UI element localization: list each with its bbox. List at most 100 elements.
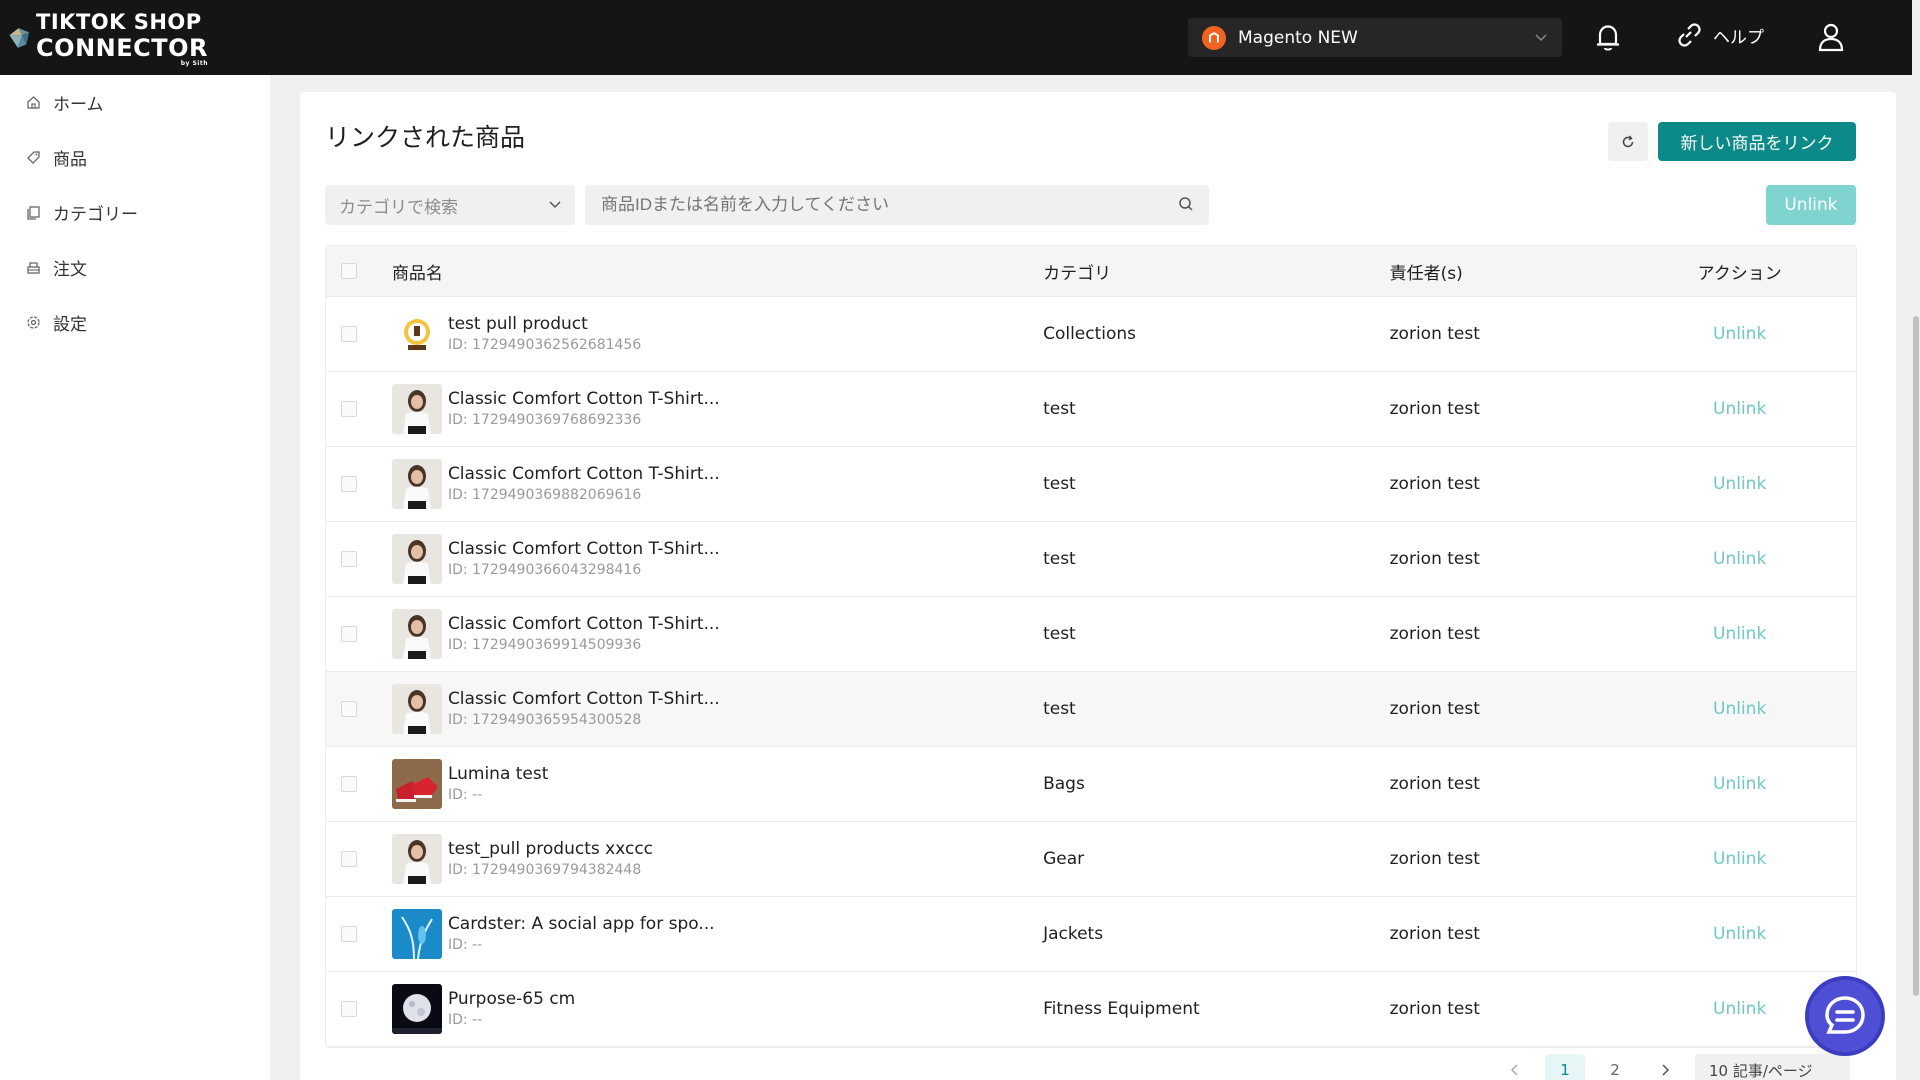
table-row[interactable]: Classic Comfort Cotton T-Shirt... ID: 17… xyxy=(326,522,1856,597)
bulk-unlink-button[interactable]: Unlink xyxy=(1766,185,1856,225)
product-owner: zorion test xyxy=(1389,849,1480,869)
product-name[interactable]: Classic Comfort Cotton T-Shirt... xyxy=(448,538,720,560)
next-page-button[interactable] xyxy=(1645,1054,1685,1080)
product-cell: Lumina test ID: -- xyxy=(391,759,1043,809)
product-owner: zorion test xyxy=(1389,549,1480,569)
page-scrollbar-thumb[interactable] xyxy=(1913,316,1919,996)
user-avatar-icon[interactable] xyxy=(1817,22,1845,56)
row-checkbox[interactable] xyxy=(341,1001,357,1017)
row-unlink-link[interactable]: Unlink xyxy=(1713,624,1766,644)
row-unlink-link[interactable]: Unlink xyxy=(1713,474,1766,494)
product-category: Jackets xyxy=(1043,924,1104,944)
product-cell: Classic Comfort Cotton T-Shirt... ID: 17… xyxy=(391,384,1043,434)
row-unlink-link[interactable]: Unlink xyxy=(1713,699,1766,719)
row-checkbox[interactable] xyxy=(341,926,357,942)
chat-support-button[interactable] xyxy=(1805,976,1885,1056)
row-checkbox[interactable] xyxy=(341,701,357,717)
tag-icon xyxy=(27,151,40,164)
row-checkbox[interactable] xyxy=(341,626,357,642)
refresh-icon xyxy=(1622,135,1634,147)
row-unlink-link[interactable]: Unlink xyxy=(1713,924,1766,944)
refresh-button[interactable] xyxy=(1608,122,1648,161)
row-checkbox[interactable] xyxy=(341,326,357,342)
sidebar-item-home[interactable]: ホーム xyxy=(0,75,270,130)
table-row[interactable]: Classic Comfort Cotton T-Shirt... ID: 17… xyxy=(326,372,1856,447)
top-navigation-bar: TIKTOK SHOP CONNECTOR by Sith Magento NE… xyxy=(0,0,1912,75)
table-row[interactable]: test pull product ID: 172949036256268145… xyxy=(326,297,1856,372)
product-id: ID: -- xyxy=(447,1012,483,1028)
help-link[interactable]: ヘルプ xyxy=(1675,22,1764,48)
row-unlink-link[interactable]: Unlink xyxy=(1713,999,1766,1019)
table-row[interactable]: Classic Comfort Cotton T-Shirt... ID: 17… xyxy=(326,597,1856,672)
product-name[interactable]: Classic Comfort Cotton T-Shirt... xyxy=(448,463,720,485)
product-id: ID: 1729490369882069616 xyxy=(447,487,642,503)
product-cell: test pull product ID: 172949036256268145… xyxy=(391,309,1043,359)
table-row[interactable]: Purpose-65 cm ID: -- Fitness Equipment z… xyxy=(326,972,1856,1047)
product-name[interactable]: Classic Comfort Cotton T-Shirt... xyxy=(448,688,720,710)
product-category: test xyxy=(1043,624,1076,644)
row-unlink-link[interactable]: Unlink xyxy=(1713,849,1766,869)
page-title: リンクされた商品 xyxy=(325,123,526,152)
product-category: Collections xyxy=(1043,324,1137,344)
search-icon[interactable] xyxy=(1178,196,1194,216)
product-name[interactable]: Lumina test xyxy=(448,763,548,785)
product-cell: Purpose-65 cm ID: -- xyxy=(391,984,1043,1034)
page-1-button[interactable]: 1 xyxy=(1545,1054,1585,1080)
product-owner: zorion test xyxy=(1389,474,1480,494)
product-name[interactable]: Classic Comfort Cotton T-Shirt... xyxy=(448,613,720,635)
chevron-down-icon xyxy=(549,201,561,209)
sidebar-item-products[interactable]: 商品 xyxy=(0,130,270,185)
row-checkbox[interactable] xyxy=(341,401,357,417)
link-new-product-button[interactable]: 新しい商品をリンク xyxy=(1658,122,1856,161)
row-checkbox[interactable] xyxy=(341,851,357,867)
product-search-input[interactable] xyxy=(585,185,1209,225)
product-cell: Classic Comfort Cotton T-Shirt... ID: 17… xyxy=(391,459,1043,509)
notification-bell-icon[interactable] xyxy=(1594,22,1622,56)
table-row[interactable]: Classic Comfort Cotton T-Shirt... ID: 17… xyxy=(326,447,1856,522)
row-unlink-link[interactable]: Unlink xyxy=(1713,324,1766,344)
product-thumbnail xyxy=(391,609,442,659)
product-thumbnail xyxy=(391,684,442,734)
product-thumbnail xyxy=(391,534,442,584)
product-name[interactable]: test pull product xyxy=(448,313,641,335)
table-header: 商品名 カテゴリ 責任者(s) アクション xyxy=(326,246,1856,297)
sidebar-item-orders[interactable]: 注文 xyxy=(0,240,270,295)
product-name[interactable]: Purpose-65 cm xyxy=(448,988,575,1010)
product-owner: zorion test xyxy=(1389,699,1480,719)
row-unlink-link[interactable]: Unlink xyxy=(1713,549,1766,569)
header-product-name: 商品名 xyxy=(391,263,443,284)
sidebar-item-settings[interactable]: 設定 xyxy=(0,295,270,350)
sidebar-item-categories[interactable]: カテゴリー xyxy=(0,185,270,240)
gear-icon xyxy=(27,316,40,329)
row-unlink-link[interactable]: Unlink xyxy=(1713,774,1766,794)
chevron-down-icon xyxy=(1535,34,1547,42)
product-name[interactable]: test_pull products xxccc xyxy=(448,838,653,860)
row-checkbox[interactable] xyxy=(341,476,357,492)
app-logo[interactable]: TIKTOK SHOP CONNECTOR by Sith xyxy=(8,8,208,68)
row-checkbox[interactable] xyxy=(341,551,357,567)
product-thumbnail xyxy=(391,984,442,1034)
chat-icon xyxy=(1825,996,1865,1034)
category-filter-select[interactable]: カテゴリで検索 xyxy=(325,185,575,225)
product-category: test xyxy=(1043,474,1076,494)
product-name[interactable]: Cardster: A social app for spo... xyxy=(448,913,715,935)
table-row[interactable]: Lumina test ID: -- Bags zorion test Unli… xyxy=(326,747,1856,822)
table-row[interactable]: Classic Comfort Cotton T-Shirt... ID: 17… xyxy=(326,672,1856,747)
row-unlink-link[interactable]: Unlink xyxy=(1713,399,1766,419)
sidebar-item-label: カテゴリー xyxy=(53,205,138,225)
select-all-checkbox[interactable] xyxy=(341,263,357,279)
row-checkbox[interactable] xyxy=(341,776,357,792)
chevron-right-icon xyxy=(1662,1064,1670,1076)
product-category: Gear xyxy=(1043,849,1085,869)
table-row[interactable]: Cardster: A social app for spo... ID: --… xyxy=(326,897,1856,972)
product-thumbnail xyxy=(391,909,442,959)
page-2-button[interactable]: 2 xyxy=(1595,1054,1635,1080)
prev-page-button[interactable] xyxy=(1495,1054,1535,1080)
product-thumbnail xyxy=(391,309,442,359)
table-row[interactable]: test_pull products xxccc ID: 17294903697… xyxy=(326,822,1856,897)
product-name[interactable]: Classic Comfort Cotton T-Shirt... xyxy=(448,388,720,410)
product-thumbnail xyxy=(391,834,442,884)
product-cell: Cardster: A social app for spo... ID: -- xyxy=(391,909,1043,959)
page-size-select[interactable]: 10 記事/ページ xyxy=(1695,1054,1850,1080)
store-selector[interactable]: Magento NEW xyxy=(1188,18,1562,57)
